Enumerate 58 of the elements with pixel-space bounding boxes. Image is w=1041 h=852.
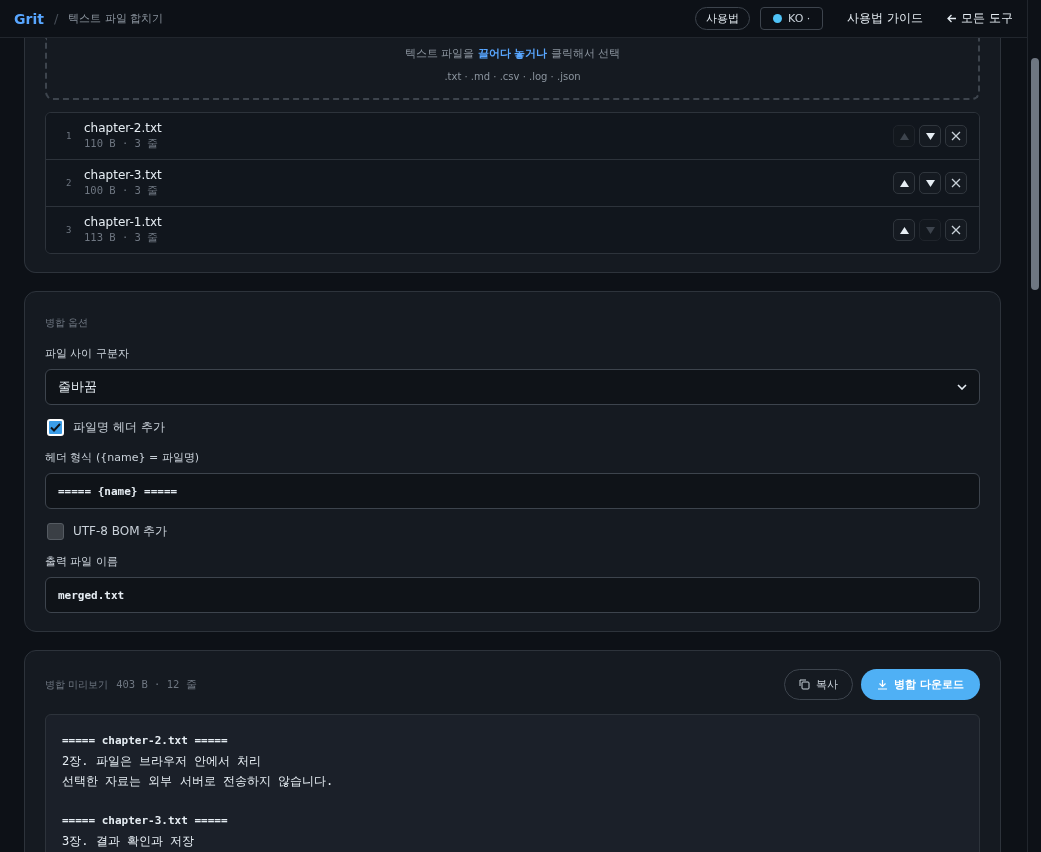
scrollbar-thumb[interactable]: [1030, 58, 1039, 290]
move-up-button[interactable]: [893, 172, 915, 194]
file-name: chapter-2.txt: [84, 121, 162, 135]
checkbox-label: 파일명 헤더 추가: [73, 419, 165, 436]
file-index: 3: [66, 225, 73, 235]
chevron-down-icon: [957, 384, 967, 390]
supported-formats: .txt · .md · .csv · .log · .json: [444, 71, 581, 82]
triangle-up-icon: [899, 226, 909, 234]
move-up-button[interactable]: [893, 219, 915, 241]
file-index: 2: [66, 178, 73, 188]
breadcrumb-separator: /: [53, 11, 59, 26]
arrow-left-icon: [947, 14, 958, 23]
output-name-input[interactable]: merged.txt: [45, 577, 980, 613]
remove-button[interactable]: [945, 172, 967, 194]
dropzone-text: 텍스트 파일을 끌어다 놓거나 클릭해서 선택: [404, 46, 621, 61]
file-meta: 113 B · 3 줄: [84, 231, 160, 245]
triangle-up-icon: [899, 132, 909, 140]
download-icon: [877, 679, 889, 690]
language-selector[interactable]: KO ·: [760, 7, 824, 30]
close-icon: [951, 225, 961, 235]
preview-line: ===== chapter-2.txt =====: [62, 733, 229, 749]
checkmark-icon: [50, 423, 61, 432]
brand-logo[interactable]: Grit: [14, 10, 44, 27]
preview-line: 3장. 결과 확인과 저장: [62, 833, 196, 850]
triangle-down-icon: [925, 179, 935, 187]
guide-link[interactable]: 사용법 가이드: [847, 10, 924, 27]
preview-stats: 403 B · 12 줄: [116, 677, 197, 692]
field-label: 헤더 형식 ({name} = 파일명): [45, 450, 200, 465]
move-down-button[interactable]: [919, 125, 941, 147]
copy-icon: [799, 679, 811, 690]
section-title: 병합 옵션: [45, 316, 90, 330]
preview-line: 2장. 파일은 브라우저 안에서 처리: [62, 753, 263, 770]
file-dropzone[interactable]: 텍스트 파일을 끌어다 놓거나 클릭해서 선택 .txt · .md · .csv · .log · .json: [45, 38, 980, 100]
checkbox-label: UTF-8 BOM 추가: [73, 523, 168, 540]
page-title: 텍스트 파일 합치기: [68, 11, 164, 26]
move-down-button[interactable]: [919, 172, 941, 194]
preview-line: 선택한 자료는 외부 서버로 전송하지 않습니다.: [62, 773, 335, 790]
header-format-input[interactable]: ===== {name} =====: [45, 473, 980, 509]
field-label: 파일 사이 구분자: [45, 346, 130, 361]
triangle-up-icon: [899, 179, 909, 187]
file-name: chapter-1.txt: [84, 215, 162, 229]
preview-line: ===== chapter-3.txt =====: [62, 813, 229, 829]
remove-button[interactable]: [945, 219, 967, 241]
checkbox[interactable]: [47, 523, 64, 540]
section-title: 병합 미리보기: [45, 677, 109, 692]
file-index: 1: [66, 131, 73, 141]
status-dot: [773, 14, 783, 23]
triangle-down-icon: [925, 132, 935, 140]
close-icon: [951, 131, 961, 141]
field-label: 출력 파일 이름: [45, 554, 119, 569]
close-icon: [951, 178, 961, 188]
file-meta: 100 B · 3 줄: [84, 184, 160, 198]
triangle-down-icon: [925, 226, 935, 234]
file-meta: 110 B · 3 줄: [84, 137, 160, 151]
file-name: chapter-3.txt: [84, 168, 162, 182]
separator-select[interactable]: 줄바꿈: [45, 369, 980, 405]
all-tools-link[interactable]: 모든 도구: [947, 10, 1013, 27]
remove-button[interactable]: [945, 125, 967, 147]
